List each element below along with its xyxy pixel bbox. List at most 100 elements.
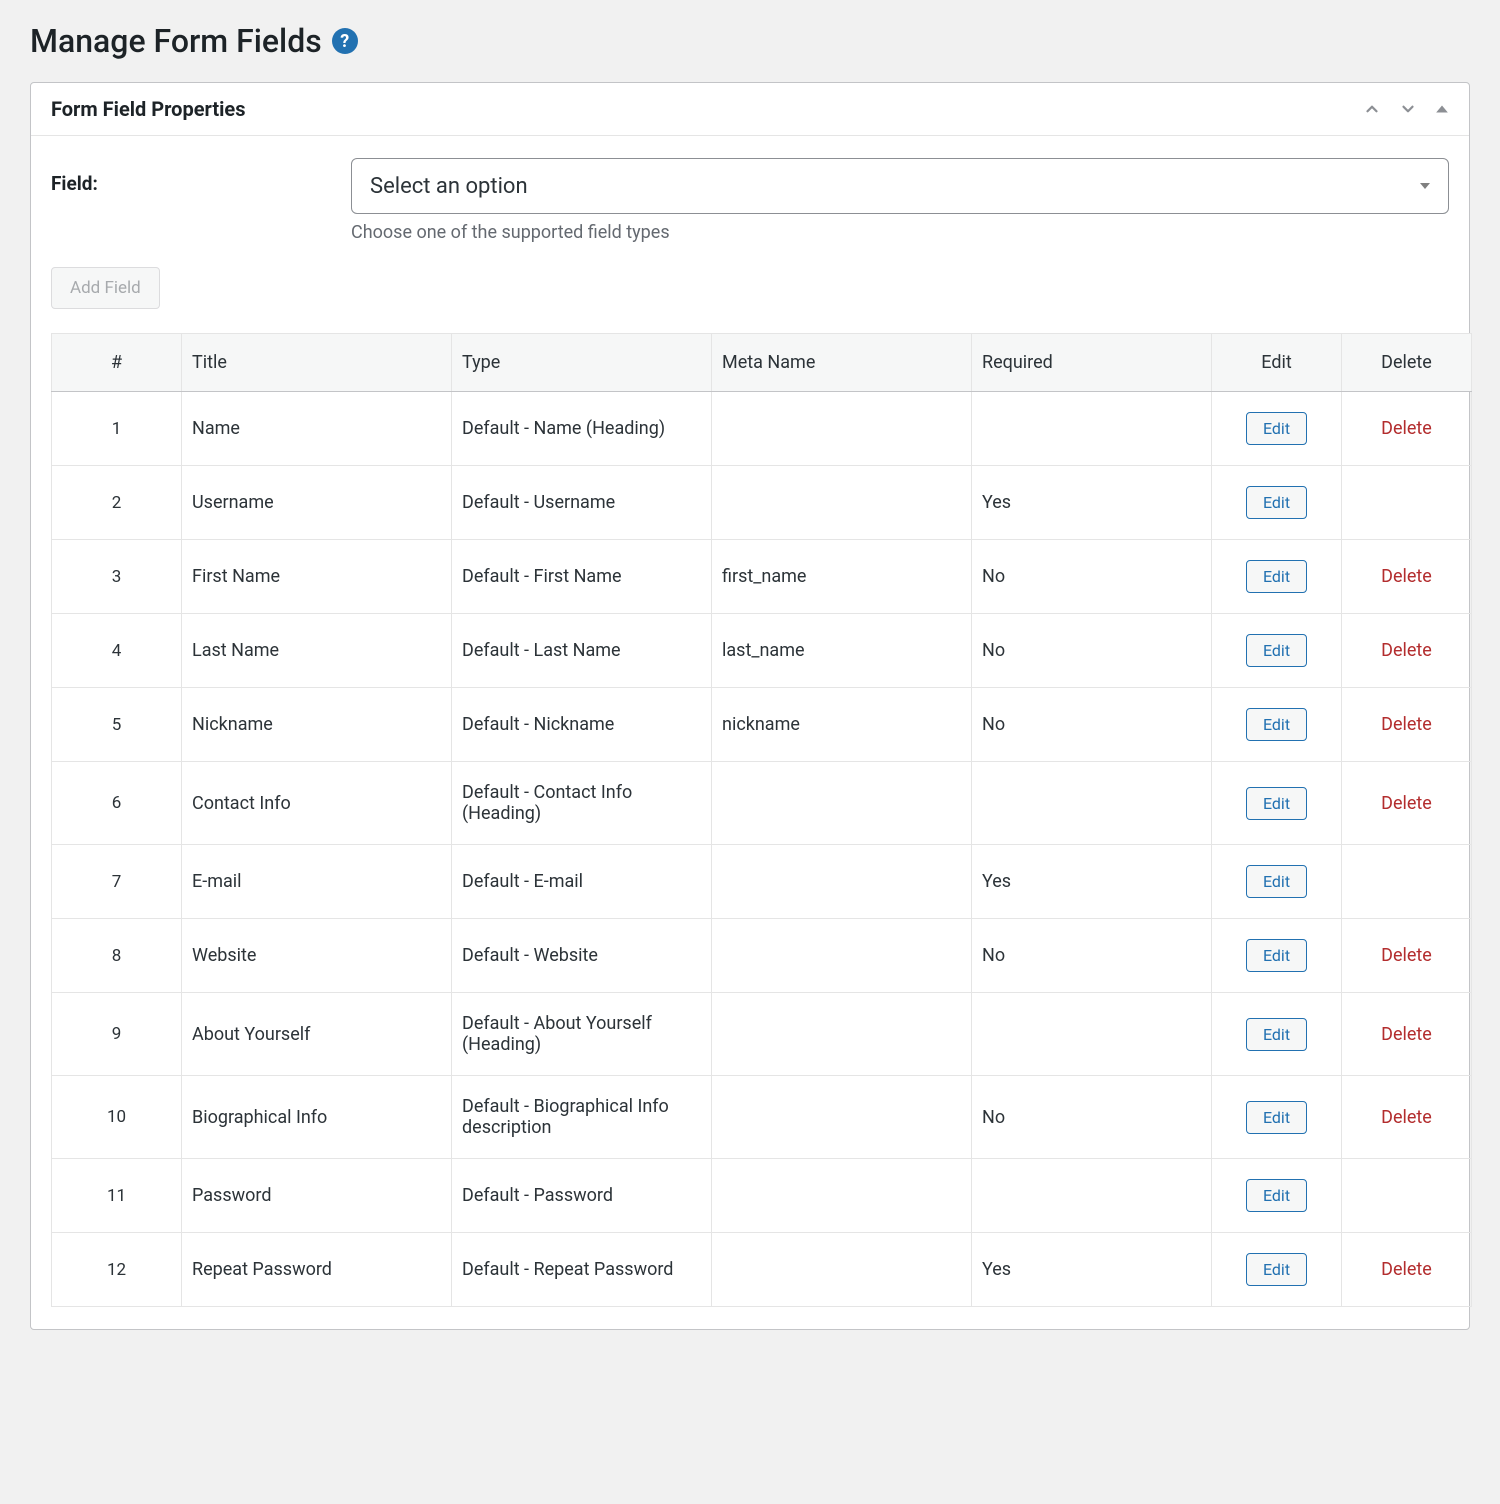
delete-link[interactable]: Delete	[1381, 945, 1432, 966]
row-title: Password	[182, 1159, 452, 1233]
row-delete-cell	[1342, 1159, 1472, 1233]
row-edit-cell: Edit	[1212, 392, 1342, 466]
edit-button[interactable]: Edit	[1246, 412, 1307, 445]
table-row: 5NicknameDefault - NicknamenicknameNoEdi…	[52, 688, 1472, 762]
panel-header: Form Field Properties	[31, 83, 1469, 136]
delete-link[interactable]: Delete	[1381, 1259, 1432, 1280]
row-edit-cell: Edit	[1212, 919, 1342, 993]
panel-body: Field: Select an option Choose one of th…	[31, 136, 1469, 1329]
th-meta: Meta Name	[712, 334, 972, 392]
delete-link[interactable]: Delete	[1381, 714, 1432, 735]
row-delete-cell: Delete	[1342, 1076, 1472, 1159]
row-delete-cell: Delete	[1342, 392, 1472, 466]
edit-button[interactable]: Edit	[1246, 486, 1307, 519]
row-meta-name	[712, 919, 972, 993]
table-row: 7E-mailDefault - E-mailYesEdit	[52, 845, 1472, 919]
edit-button[interactable]: Edit	[1246, 939, 1307, 972]
edit-button[interactable]: Edit	[1246, 1253, 1307, 1286]
field-select-helper: Choose one of the supported field types	[351, 222, 1449, 243]
row-delete-cell: Delete	[1342, 540, 1472, 614]
row-delete-cell: Delete	[1342, 762, 1472, 845]
delete-link[interactable]: Delete	[1381, 1107, 1432, 1128]
table-row: 4Last NameDefault - Last Namelast_nameNo…	[52, 614, 1472, 688]
th-num: #	[52, 334, 182, 392]
row-meta-name	[712, 845, 972, 919]
row-delete-cell: Delete	[1342, 1233, 1472, 1307]
row-number: 9	[52, 993, 182, 1076]
row-delete-cell	[1342, 466, 1472, 540]
th-type: Type	[452, 334, 712, 392]
row-title: Name	[182, 392, 452, 466]
table-row: 9About YourselfDefault - About Yourself …	[52, 993, 1472, 1076]
delete-link[interactable]: Delete	[1381, 640, 1432, 661]
panel-title: Form Field Properties	[51, 97, 245, 121]
row-edit-cell: Edit	[1212, 762, 1342, 845]
page-title: Manage Form Fields ?	[30, 22, 1470, 60]
help-icon[interactable]: ?	[332, 28, 358, 54]
delete-link[interactable]: Delete	[1381, 1024, 1432, 1045]
row-number: 11	[52, 1159, 182, 1233]
delete-link[interactable]: Delete	[1381, 418, 1432, 439]
row-number: 5	[52, 688, 182, 762]
row-edit-cell: Edit	[1212, 1076, 1342, 1159]
edit-button[interactable]: Edit	[1246, 1101, 1307, 1134]
row-meta-name	[712, 1076, 972, 1159]
page-wrap: Manage Form Fields ? Form Field Properti…	[0, 0, 1500, 1360]
row-number: 10	[52, 1076, 182, 1159]
delete-link[interactable]: Delete	[1381, 566, 1432, 587]
row-edit-cell: Edit	[1212, 614, 1342, 688]
edit-button[interactable]: Edit	[1246, 560, 1307, 593]
table-header: # Title Type Meta Name Required Edit Del…	[52, 334, 1472, 392]
row-number: 6	[52, 762, 182, 845]
edit-button[interactable]: Edit	[1246, 1179, 1307, 1212]
row-type: Default - Biographical Info description	[452, 1076, 712, 1159]
row-required: Yes	[972, 466, 1212, 540]
row-type: Default - Contact Info (Heading)	[452, 762, 712, 845]
row-required: Yes	[972, 1233, 1212, 1307]
row-type: Default - Website	[452, 919, 712, 993]
page-title-text: Manage Form Fields	[30, 22, 322, 60]
row-type: Default - About Yourself (Heading)	[452, 993, 712, 1076]
fields-table: # Title Type Meta Name Required Edit Del…	[51, 333, 1472, 1307]
row-type: Default - Nickname	[452, 688, 712, 762]
collapse-panel-icon[interactable]	[1435, 102, 1449, 116]
row-meta-name	[712, 993, 972, 1076]
field-type-select[interactable]: Select an option	[351, 158, 1449, 214]
row-meta-name	[712, 392, 972, 466]
row-title: First Name	[182, 540, 452, 614]
row-delete-cell	[1342, 845, 1472, 919]
row-meta-name	[712, 1233, 972, 1307]
row-type: Default - E-mail	[452, 845, 712, 919]
row-meta-name	[712, 466, 972, 540]
table-row: 6Contact InfoDefault - Contact Info (Hea…	[52, 762, 1472, 845]
row-title: Repeat Password	[182, 1233, 452, 1307]
row-type: Default - Username	[452, 466, 712, 540]
row-type: Default - Name (Heading)	[452, 392, 712, 466]
delete-link[interactable]: Delete	[1381, 793, 1432, 814]
row-title: Website	[182, 919, 452, 993]
row-required: No	[972, 540, 1212, 614]
row-type: Default - Password	[452, 1159, 712, 1233]
add-field-button[interactable]: Add Field	[51, 267, 160, 309]
dropdown-caret-icon	[1420, 183, 1430, 189]
row-type: Default - Repeat Password	[452, 1233, 712, 1307]
table-row: 11PasswordDefault - Password Edit	[52, 1159, 1472, 1233]
row-number: 1	[52, 392, 182, 466]
row-edit-cell: Edit	[1212, 466, 1342, 540]
chevron-down-icon[interactable]	[1399, 100, 1417, 118]
row-required	[972, 1159, 1212, 1233]
edit-button[interactable]: Edit	[1246, 1018, 1307, 1051]
chevron-up-icon[interactable]	[1363, 100, 1381, 118]
panel-controls	[1363, 100, 1449, 118]
edit-button[interactable]: Edit	[1246, 787, 1307, 820]
row-number: 2	[52, 466, 182, 540]
row-required	[972, 392, 1212, 466]
row-type: Default - First Name	[452, 540, 712, 614]
row-title: Nickname	[182, 688, 452, 762]
row-required: Yes	[972, 845, 1212, 919]
row-edit-cell: Edit	[1212, 845, 1342, 919]
edit-button[interactable]: Edit	[1246, 708, 1307, 741]
row-required	[972, 762, 1212, 845]
edit-button[interactable]: Edit	[1246, 865, 1307, 898]
edit-button[interactable]: Edit	[1246, 634, 1307, 667]
